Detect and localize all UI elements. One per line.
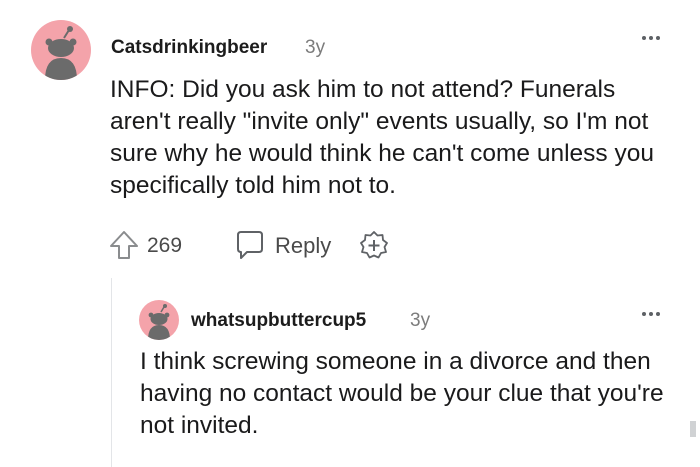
reply-icon[interactable] — [233, 229, 267, 261]
comment-age: 3y — [305, 37, 326, 58]
upvote-icon[interactable] — [108, 229, 140, 261]
comment: Catsdrinkingbeer 3y INFO: Did you ask hi… — [0, 0, 700, 275]
avatar-icon[interactable] — [139, 300, 179, 340]
avatar-icon[interactable] — [31, 20, 91, 80]
scrollbar-thumb[interactable] — [690, 421, 696, 437]
more-options-icon[interactable] — [642, 312, 660, 316]
comment-author[interactable]: Catsdrinkingbeer — [111, 37, 267, 59]
vote-score: 269 — [147, 234, 183, 257]
more-options-icon[interactable] — [642, 36, 660, 40]
award-icon[interactable] — [358, 230, 390, 262]
comment-author[interactable]: whatsupbuttercup5 — [191, 310, 366, 332]
thread-line[interactable] — [111, 278, 112, 467]
comment-body: I think screwing someone in a divorce an… — [140, 348, 664, 439]
comment-body: INFO: Did you ask him to not attend? Fun… — [110, 76, 654, 199]
reply-button[interactable]: Reply — [275, 233, 331, 259]
comment-age: 3y — [410, 310, 431, 331]
